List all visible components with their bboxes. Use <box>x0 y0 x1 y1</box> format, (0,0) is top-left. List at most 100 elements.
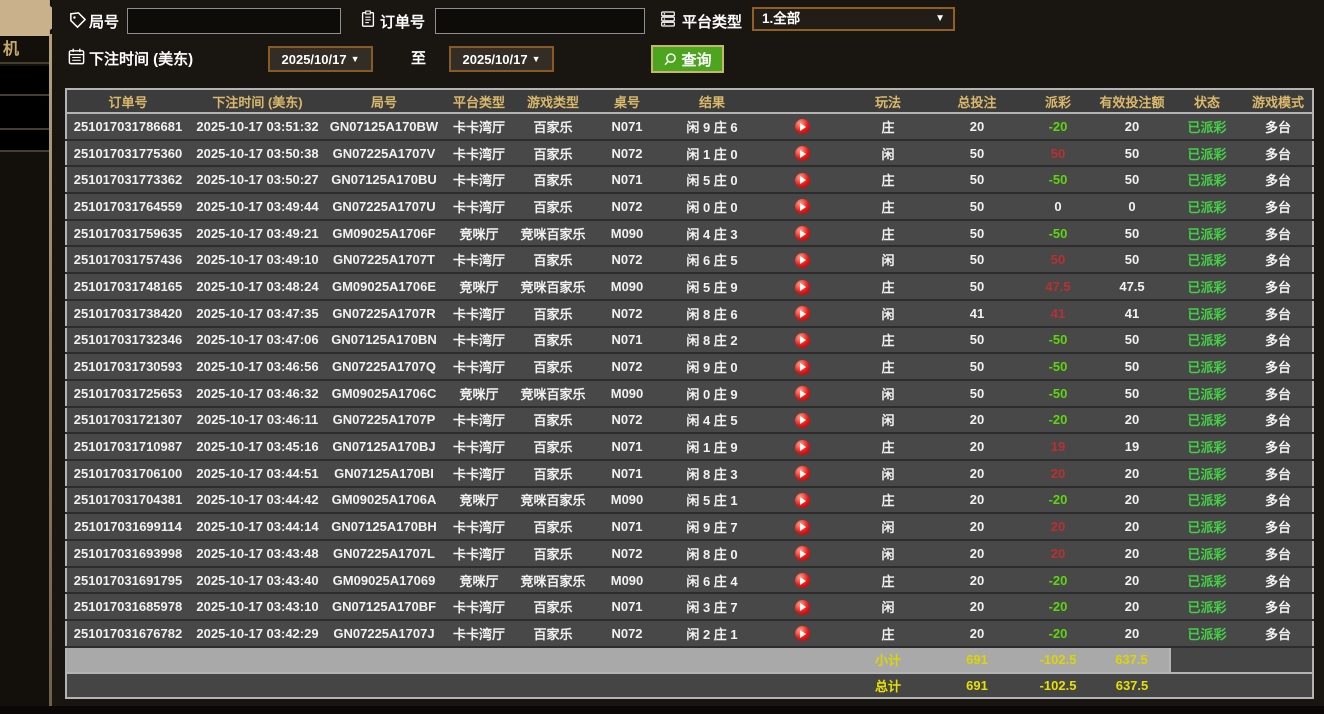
replay-video-icon[interactable] <box>795 306 810 321</box>
cell-total-bet: 50 <box>932 193 1022 220</box>
subtotal-row-cell <box>1170 647 1244 673</box>
query-button[interactable]: 查询 <box>651 45 724 73</box>
replay-video-icon[interactable] <box>795 253 810 268</box>
cell-replay <box>760 567 844 594</box>
cell-replay <box>760 460 844 487</box>
cell-total-bet: 50 <box>932 220 1022 247</box>
sidebar-item[interactable] <box>0 66 49 96</box>
cell-bet-time: 2025-10-17 03:42:29 <box>189 620 326 647</box>
order-input[interactable] <box>435 8 645 34</box>
to-label: 至 <box>411 47 426 68</box>
cell-status: 已派彩 <box>1170 407 1244 434</box>
cell-valid-bet: 0 <box>1094 193 1170 220</box>
cell-status: 已派彩 <box>1170 353 1244 380</box>
sidebar-item-ji[interactable]: 机 <box>0 36 49 64</box>
cell-valid-bet: 20 <box>1094 113 1170 140</box>
cell-play-type: 庄 <box>844 620 932 647</box>
cell-game-type: 竞咪百家乐 <box>516 380 590 407</box>
cell-round: GM09025A1706E <box>326 273 442 300</box>
bottom-bar <box>0 706 1324 714</box>
cell-play-type: 庄 <box>844 193 932 220</box>
replay-video-icon[interactable] <box>795 466 810 481</box>
cell-replay <box>760 540 844 567</box>
replay-video-icon[interactable] <box>795 173 810 188</box>
replay-video-icon[interactable] <box>795 600 810 615</box>
cell-valid-bet: 20 <box>1094 620 1170 647</box>
sidebar-item[interactable] <box>0 130 49 152</box>
cell-result: 闲 2 庄 1 <box>664 620 760 647</box>
sidebar-item[interactable] <box>0 96 49 130</box>
cell-bet-time: 2025-10-17 03:49:21 <box>189 220 326 247</box>
replay-video-icon[interactable] <box>795 573 810 588</box>
replay-video-icon[interactable] <box>795 546 810 561</box>
cell-order: 251017031764559 <box>66 193 189 220</box>
cell-status: 已派彩 <box>1170 433 1244 460</box>
col-play-type: 玩法 <box>844 89 932 113</box>
cell-payout: 20 <box>1022 513 1094 540</box>
cell-status: 已派彩 <box>1170 166 1244 193</box>
table-row: 2510170317305932025-10-17 03:46:56GN0722… <box>66 353 1313 380</box>
replay-video-icon[interactable] <box>795 520 810 535</box>
cell-replay <box>760 246 844 273</box>
cell-table-no: N072 <box>590 407 664 434</box>
cell-replay <box>760 620 844 647</box>
replay-video-icon[interactable] <box>795 146 810 161</box>
date-from-picker[interactable]: 2025/10/17 ▼ <box>268 46 373 72</box>
cell-platform: 卡卡湾厅 <box>442 327 516 354</box>
replay-video-icon[interactable] <box>795 199 810 214</box>
round-input[interactable] <box>127 8 341 34</box>
cell-bet-time: 2025-10-17 03:46:32 <box>189 380 326 407</box>
cell-round: GN07125A170BJ <box>326 433 442 460</box>
cell-replay <box>760 353 844 380</box>
total-row-cell <box>760 673 844 698</box>
cell-total-bet: 20 <box>932 460 1022 487</box>
cell-payout: 41 <box>1022 300 1094 327</box>
replay-video-icon[interactable] <box>795 360 810 375</box>
cell-order: 251017031691795 <box>66 567 189 594</box>
cell-valid-bet: 50 <box>1094 220 1170 247</box>
cell-status: 已派彩 <box>1170 193 1244 220</box>
cell-table-no: M090 <box>590 487 664 514</box>
replay-video-icon[interactable] <box>795 386 810 401</box>
cell-order: 251017031699114 <box>66 513 189 540</box>
replay-video-icon[interactable] <box>795 333 810 348</box>
cell-platform: 卡卡湾厅 <box>442 113 516 140</box>
replay-video-icon[interactable] <box>795 119 810 134</box>
cell-total-bet: 50 <box>932 273 1022 300</box>
cell-status: 已派彩 <box>1170 273 1244 300</box>
replay-video-icon[interactable] <box>795 280 810 295</box>
cell-table-no: N072 <box>590 353 664 380</box>
replay-video-icon[interactable] <box>795 413 810 428</box>
cell-replay <box>760 593 844 620</box>
cell-replay <box>760 407 844 434</box>
table-row: 2510170317043812025-10-17 03:44:42GM0902… <box>66 487 1313 514</box>
cell-bet-time: 2025-10-17 03:47:35 <box>189 300 326 327</box>
replay-video-icon[interactable] <box>795 493 810 508</box>
total-row-payout: -102.5 <box>1022 673 1094 698</box>
date-to-picker[interactable]: 2025/10/17 ▼ <box>449 46 554 72</box>
cell-round: GN07225A1707L <box>326 540 442 567</box>
cell-payout: -20 <box>1022 593 1094 620</box>
cell-result: 闲 6 庄 5 <box>664 246 760 273</box>
table-row: 2510170316917952025-10-17 03:43:40GM0902… <box>66 567 1313 594</box>
cell-valid-bet: 20 <box>1094 407 1170 434</box>
cell-game-mode: 多台 <box>1244 620 1313 647</box>
replay-video-icon[interactable] <box>795 626 810 641</box>
cell-play-type: 庄 <box>844 327 932 354</box>
subtotal-row-cell <box>590 647 664 673</box>
cell-game-type: 百家乐 <box>516 407 590 434</box>
cell-result: 闲 0 庄 9 <box>664 380 760 407</box>
cell-payout: 50 <box>1022 246 1094 273</box>
cell-result: 闲 8 庄 6 <box>664 300 760 327</box>
platform-type-select[interactable]: 1.全部 ▼ <box>752 7 955 31</box>
cell-bet-time: 2025-10-17 03:43:40 <box>189 567 326 594</box>
replay-video-icon[interactable] <box>795 226 810 241</box>
cell-total-bet: 50 <box>932 353 1022 380</box>
date-from-value: 2025/10/17 <box>282 52 347 67</box>
cell-play-type: 闲 <box>844 513 932 540</box>
cell-platform: 竞咪厅 <box>442 567 516 594</box>
cell-payout: 20 <box>1022 540 1094 567</box>
cell-game-type: 百家乐 <box>516 166 590 193</box>
table-row: 2510170317481652025-10-17 03:48:24GM0902… <box>66 273 1313 300</box>
replay-video-icon[interactable] <box>795 440 810 455</box>
